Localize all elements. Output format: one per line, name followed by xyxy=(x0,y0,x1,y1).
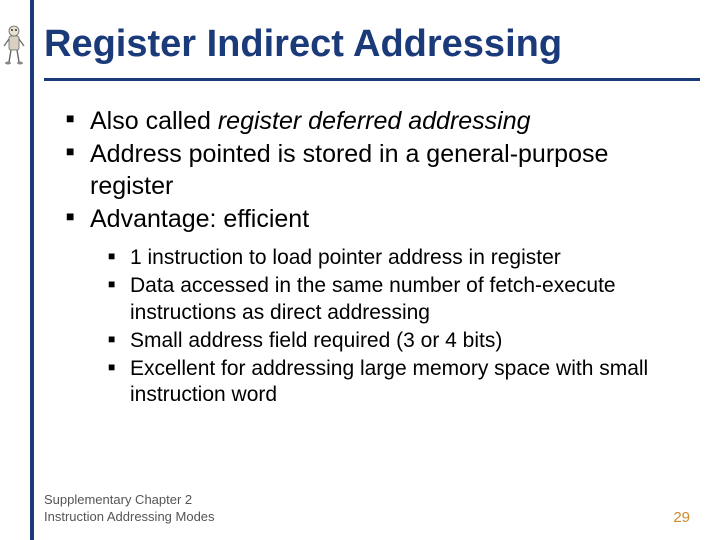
bullet-item: Address pointed is stored in a general-p… xyxy=(44,139,690,202)
content-area: Also called register deferred addressing… xyxy=(44,106,690,411)
footer-line1: Supplementary Chapter 2 xyxy=(44,492,215,509)
sub-bullet-item: Small address field required (3 or 4 bit… xyxy=(90,328,690,354)
sub-bullet-list: 1 instruction to load pointer address in… xyxy=(90,245,690,409)
footer: Supplementary Chapter 2 Instruction Addr… xyxy=(44,492,690,526)
title-underline xyxy=(44,78,700,81)
bullet-text-prefix: Also called xyxy=(90,107,218,135)
bullet-item: Advantage: efficient xyxy=(44,204,690,235)
title-block: Register Indirect Addressing xyxy=(44,24,700,81)
page-number: 29 xyxy=(673,509,690,526)
bullet-text: Advantage: efficient xyxy=(90,205,309,233)
left-rail xyxy=(30,0,34,540)
sub-bullet-text: Data accessed in the same number of fetc… xyxy=(130,274,616,323)
footer-left: Supplementary Chapter 2 Instruction Addr… xyxy=(44,492,215,526)
sub-bullet-text: Excellent for addressing large memory sp… xyxy=(130,357,648,406)
slide: Register Indirect Addressing Also called… xyxy=(0,0,720,540)
footer-line2: Instruction Addressing Modes xyxy=(44,509,215,526)
bullet-item: Also called register deferred addressing xyxy=(44,106,690,137)
sub-bullet-text: Small address field required (3 or 4 bit… xyxy=(130,329,502,352)
sub-bullet-text: 1 instruction to load pointer address in… xyxy=(130,246,561,269)
sub-bullet-item: Data accessed in the same number of fetc… xyxy=(90,273,690,326)
bullet-text-italic: register deferred addressing xyxy=(218,107,531,135)
main-bullet-list: Also called register deferred addressing… xyxy=(44,106,690,235)
robot-icon xyxy=(0,24,28,66)
bullet-text: Address pointed is stored in a general-p… xyxy=(90,140,608,199)
sub-bullet-item: 1 instruction to load pointer address in… xyxy=(90,245,690,271)
page-title: Register Indirect Addressing xyxy=(44,24,700,74)
sub-bullet-item: Excellent for addressing large memory sp… xyxy=(90,356,690,409)
